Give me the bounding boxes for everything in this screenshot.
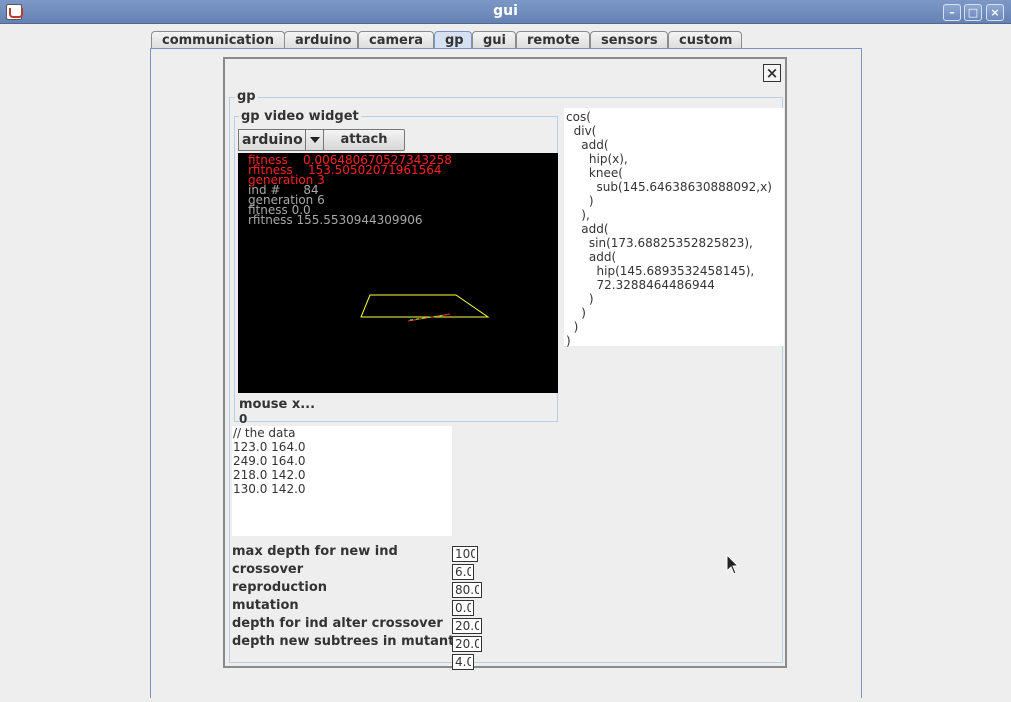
expression-line: hip(145.6893532458145), [566, 264, 755, 278]
param-label-depth-crossover: depth for ind alter crossover [232, 616, 443, 631]
param-label-mutation: mutation [232, 598, 299, 613]
video-shape-overlay [360, 294, 490, 322]
title-bar: gui – □ × [0, 0, 1011, 24]
expression-line: sin(173.68825352825823), [566, 236, 753, 250]
param-input-mutation[interactable] [452, 600, 474, 616]
gp-internal-frame: × gp gp video widget arduino attach fitn… [223, 57, 787, 670]
tab-arduino[interactable]: arduino [284, 31, 358, 49]
expression-line: knee( [566, 166, 623, 180]
tab-gui[interactable]: gui [472, 31, 516, 49]
frame-close-button[interactable]: × [763, 64, 781, 82]
mouse-pointer-icon [726, 554, 740, 575]
expression-line: add( [566, 138, 609, 152]
expression-line: add( [566, 222, 609, 236]
expression-line: div( [566, 124, 597, 138]
expression-line: ) [566, 194, 594, 208]
chevron-down-icon[interactable] [305, 130, 323, 150]
tab-sensors[interactable]: sensors [590, 31, 668, 49]
data-line: 123.0 164.0 [233, 440, 306, 454]
param-input-max-depth[interactable] [452, 546, 478, 562]
param-label-max-depth: max depth for new ind [232, 544, 398, 559]
param-input-depth-crossover[interactable] [452, 618, 482, 634]
trapezoid-shape [360, 294, 490, 318]
video-widget-group: gp video widget arduino attach fitness 0… [234, 109, 558, 426]
data-line: 218.0 142.0 [233, 468, 306, 482]
gp-group: gp gp video widget arduino attach fitnes… [229, 89, 784, 670]
attach-button[interactable]: attach [323, 129, 405, 151]
video-display[interactable]: fitness 0.006480670527343258 rfitness 15… [238, 153, 558, 393]
param-label-depth-mutant: depth new subtrees in mutant [232, 634, 455, 649]
data-line: 249.0 164.0 [233, 454, 306, 468]
minimize-button[interactable]: – [943, 4, 961, 21]
expression-line: 72.3288464486944 [566, 278, 715, 292]
tab-communication[interactable]: communication [151, 31, 285, 49]
tab-custom[interactable]: custom [668, 31, 742, 49]
mouse-label: mouse x... [239, 397, 316, 412]
param-input-reproduction[interactable] [452, 582, 482, 598]
tab-camera[interactable]: camera [358, 31, 434, 49]
expression-line: ) [566, 320, 579, 334]
expression-line: cos( [566, 110, 591, 124]
data-comment: // the data [233, 426, 296, 440]
data-line: 130.0 142.0 [233, 482, 306, 496]
expression-line: ) [566, 292, 594, 306]
expression-line: ), [566, 208, 590, 222]
window-title: gui [493, 3, 518, 19]
video-widget-title: gp video widget [239, 109, 361, 124]
mouse-value: 0 [239, 412, 248, 426]
close-window-button[interactable]: × [986, 4, 1004, 21]
expression-line: add( [566, 250, 617, 264]
gp-group-title: gp [235, 89, 258, 104]
expression-line: ) [566, 306, 586, 320]
param-input-extra[interactable] [452, 654, 474, 670]
param-label-crossover: crossover [232, 562, 304, 577]
param-input-crossover[interactable] [452, 564, 474, 580]
tab-gp[interactable]: gp [434, 31, 472, 49]
param-input-depth-mutant[interactable] [452, 636, 482, 652]
param-label-reproduction: reproduction [232, 580, 327, 595]
expression-line: ) [566, 334, 571, 348]
maximize-button[interactable]: □ [964, 4, 982, 21]
expression-line: sub(145.64638630888092,x) [566, 180, 772, 194]
source-select-value: arduino [242, 132, 303, 148]
tab-remote[interactable]: remote [516, 31, 590, 49]
data-text-area[interactable]: // the data 123.0 164.0 249.0 164.0 218.… [232, 426, 452, 536]
expression-line: hip(x), [566, 152, 628, 166]
source-select[interactable]: arduino [238, 129, 324, 151]
expression-text-area[interactable]: cos( div( add( hip(x), knee( sub(145.646… [564, 108, 784, 348]
